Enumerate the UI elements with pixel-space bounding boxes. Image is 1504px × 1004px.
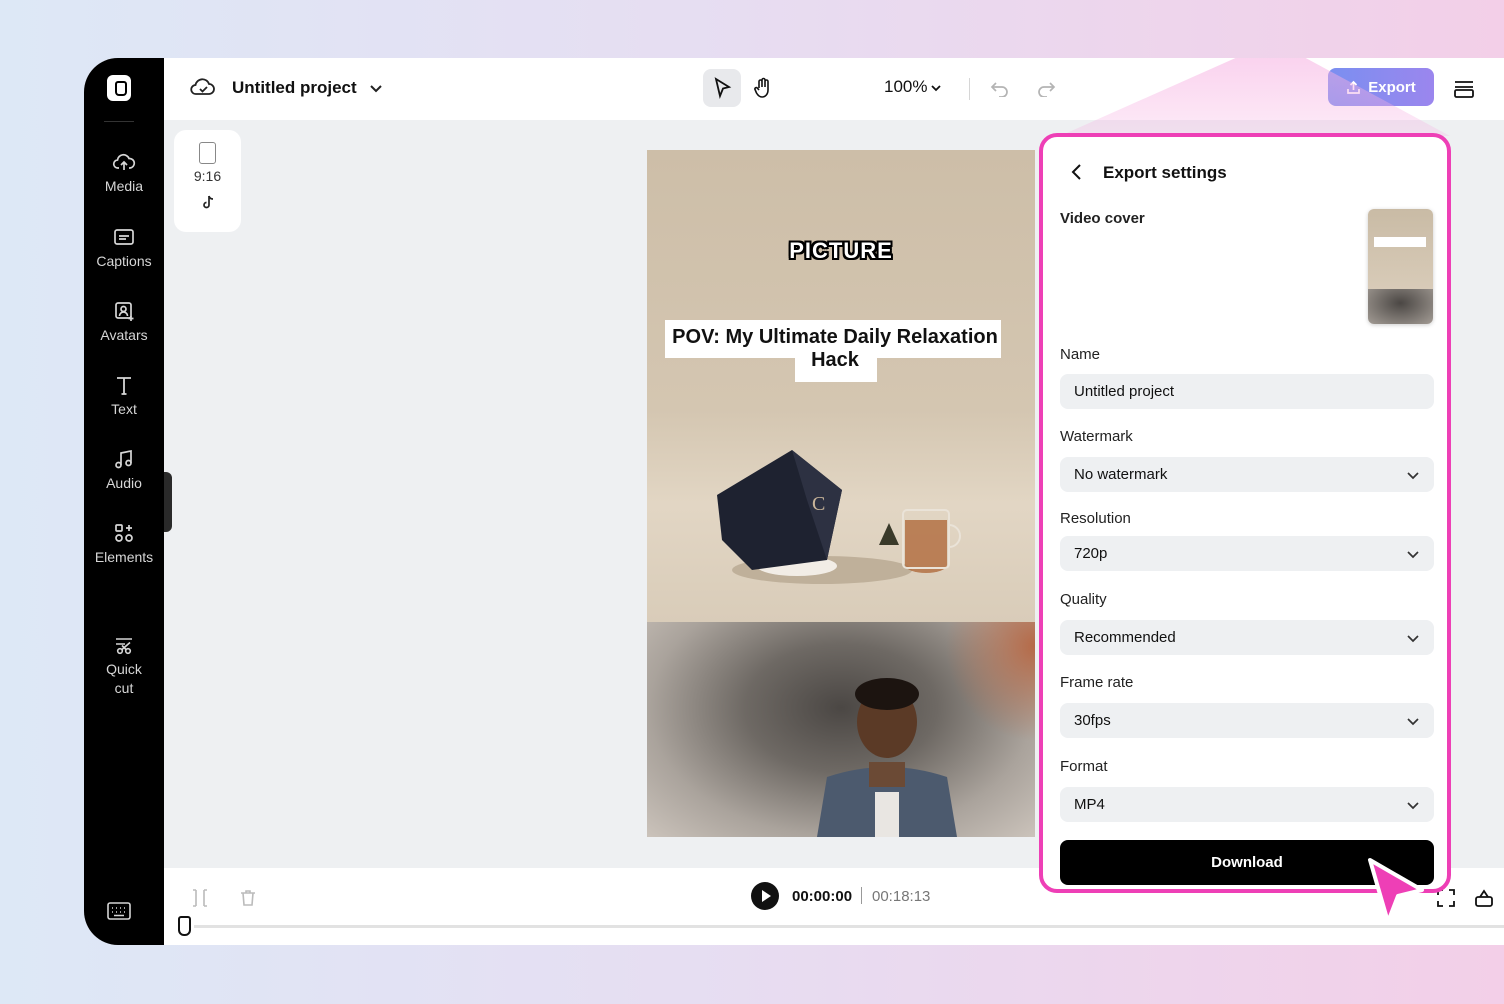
chevron-down-icon [1406, 798, 1420, 812]
sidebar-item-label: Elements [94, 549, 154, 565]
sidebar-item-label: Quick cut [106, 661, 142, 696]
framerate-select[interactable]: 30fps [1060, 703, 1434, 738]
cloud-sync-icon [190, 76, 216, 98]
aspect-ratio-card[interactable]: 9:16 [174, 130, 241, 232]
app-logo[interactable] [107, 75, 131, 101]
sidebar-item-label: Media [104, 178, 144, 194]
export-settings-panel: Export settings Video cover Name Untitle… [1039, 133, 1451, 893]
scissors-icon [112, 615, 136, 655]
toolbar-divider [969, 78, 970, 100]
timeline-track[interactable] [194, 925, 1504, 928]
sidebar-item-captions[interactable]: Captions [84, 226, 164, 271]
name-label: Name [1060, 346, 1101, 363]
quality-label: Quality [1060, 591, 1107, 608]
undo-button[interactable] [981, 69, 1019, 107]
sidebar-item-quick-cut[interactable]: Quick cut [84, 596, 164, 698]
sidebar-item-label: Avatars [100, 327, 148, 343]
delete-icon[interactable] [238, 888, 258, 908]
sidebar-divider [104, 121, 134, 122]
tiktok-icon [201, 194, 215, 210]
sidebar-item-label: Audio [106, 475, 142, 491]
sidebar-item-label: Captions [96, 253, 152, 269]
sidebar-item-audio[interactable]: Audio [84, 448, 164, 493]
elements-icon [112, 522, 136, 544]
total-duration: 00:18:13 [872, 888, 931, 905]
sidebar: Media Captions Avatars Text Audio Elemen… [84, 58, 164, 945]
play-button[interactable] [751, 882, 779, 910]
pointer-icon [714, 77, 732, 99]
chevron-down-icon [1406, 714, 1420, 728]
text-icon [112, 374, 136, 396]
zoom-level[interactable]: 100% [884, 77, 927, 97]
resolution-select[interactable]: 720p [1060, 536, 1434, 571]
hand-tool-button[interactable] [744, 69, 782, 107]
format-label: Format [1060, 758, 1108, 775]
back-arrow-icon[interactable] [1069, 163, 1085, 181]
sidebar-collapse-handle[interactable] [164, 472, 172, 532]
chevron-down-icon [1406, 631, 1420, 645]
collapse-timeline-icon[interactable] [1474, 888, 1494, 908]
sidebar-item-media[interactable]: Media [84, 151, 164, 196]
presenter-illustration [817, 678, 957, 837]
caption-text[interactable]: POV: My Ultimate Daily Relaxation Hack [665, 326, 1005, 372]
format-value: MP4 [1074, 796, 1105, 813]
chevron-down-icon[interactable] [930, 81, 942, 93]
video-cover-thumbnail[interactable] [1368, 209, 1433, 324]
watermark-select[interactable]: No watermark [1060, 457, 1434, 492]
redo-button[interactable] [1027, 69, 1065, 107]
sidebar-item-avatars[interactable]: Avatars [84, 300, 164, 345]
avatar-scene [647, 622, 1035, 837]
current-time: 00:00:00 [792, 888, 853, 905]
name-input-value: Untitled project [1074, 383, 1175, 400]
product-scene: C [647, 150, 1035, 622]
select-tool-button[interactable] [703, 69, 741, 107]
video-cover-label: Video cover [1060, 210, 1145, 227]
video-title-text[interactable]: PICTURE [647, 238, 1035, 264]
tea-product-illustration: C [717, 450, 961, 584]
music-note-icon [112, 448, 136, 470]
hand-icon [754, 77, 769, 98]
chevron-down-icon [1406, 468, 1420, 482]
sidebar-item-elements[interactable]: Elements [84, 522, 164, 567]
watermark-value: No watermark [1074, 466, 1168, 483]
split-icon[interactable] [190, 888, 210, 908]
undo-icon [990, 82, 1008, 97]
keyboard-shortcuts-icon[interactable] [106, 901, 132, 921]
svg-text:C: C [812, 493, 825, 515]
quality-value: Recommended [1074, 629, 1176, 646]
name-input[interactable]: Untitled project [1060, 374, 1434, 409]
framerate-label: Frame rate [1060, 674, 1134, 691]
redo-icon [1038, 82, 1056, 97]
cursor-arrow-icon [1364, 856, 1428, 928]
export-button-label: Export [1368, 78, 1416, 96]
playhead[interactable] [178, 916, 191, 936]
resolution-value: 720p [1074, 545, 1108, 562]
sidebar-item-text[interactable]: Text [84, 374, 164, 419]
resolution-label: Resolution [1060, 510, 1131, 527]
layers-icon[interactable] [1451, 76, 1477, 100]
time-divider [861, 887, 862, 904]
aspect-ratio-label: 9:16 [193, 168, 222, 184]
chevron-down-icon [1406, 547, 1420, 561]
sidebar-item-label: Text [111, 401, 137, 417]
watermark-label: Watermark [1060, 428, 1133, 445]
project-title[interactable]: Untitled project [232, 78, 357, 98]
video-preview[interactable]: C PICTURE POV: My Ultimate Daily Relaxat… [647, 150, 1035, 837]
avatar-icon [112, 300, 136, 322]
format-select[interactable]: MP4 [1060, 787, 1434, 822]
cloud-upload-icon [112, 151, 136, 173]
quality-select[interactable]: Recommended [1060, 620, 1434, 655]
portrait-frame-icon [199, 142, 216, 164]
chevron-down-icon[interactable] [368, 80, 384, 96]
panel-title: Export settings [1103, 163, 1227, 182]
framerate-value: 30fps [1074, 712, 1111, 729]
captions-icon [112, 226, 136, 248]
